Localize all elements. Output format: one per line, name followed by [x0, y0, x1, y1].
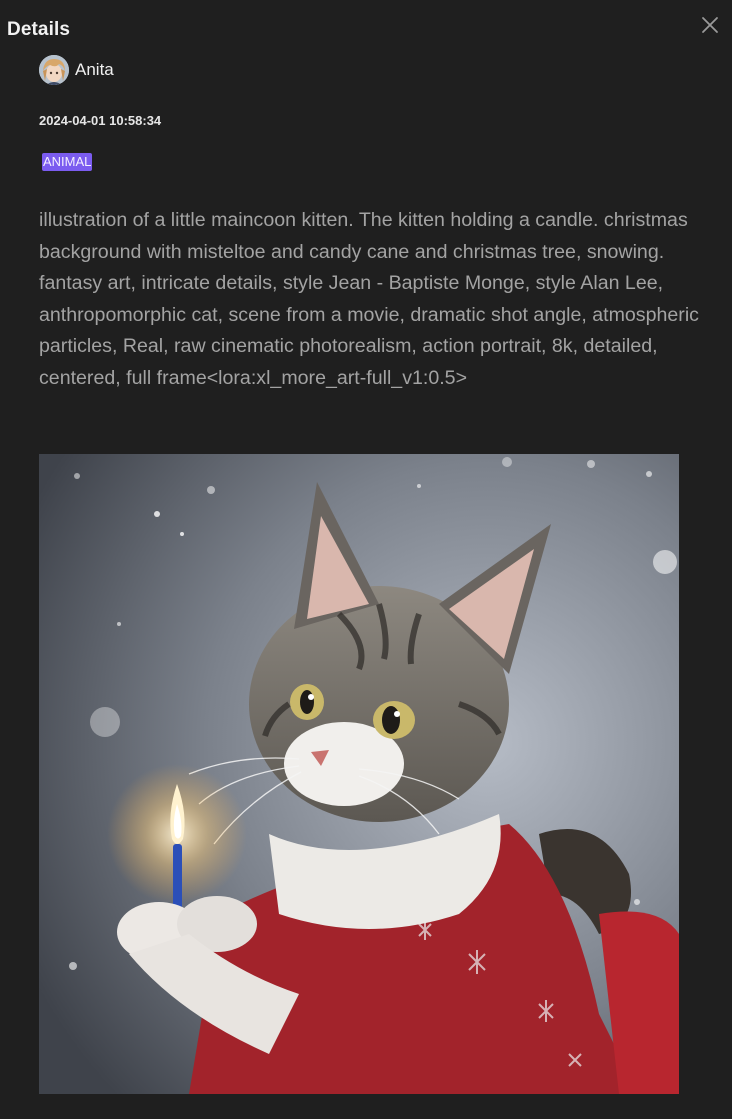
author-info[interactable]: Anita [39, 55, 114, 85]
kitten-candle-illustration [39, 454, 679, 1094]
details-panel: Details Anita 2024-04-01 10:58:34 ANIMAL… [0, 0, 732, 1119]
author-name[interactable]: Anita [75, 60, 114, 80]
tag-badge[interactable]: ANIMAL [42, 153, 93, 171]
generated-image[interactable] [39, 454, 679, 1094]
close-button[interactable] [698, 13, 722, 37]
post-timestamp: 2024-04-01 10:58:34 [39, 113, 162, 128]
avatar-image [39, 55, 69, 85]
avatar[interactable] [39, 55, 69, 85]
panel-title: Details [7, 19, 71, 40]
prompt-text: illustration of a little maincoon kitten… [39, 209, 699, 389]
close-icon [702, 17, 718, 33]
